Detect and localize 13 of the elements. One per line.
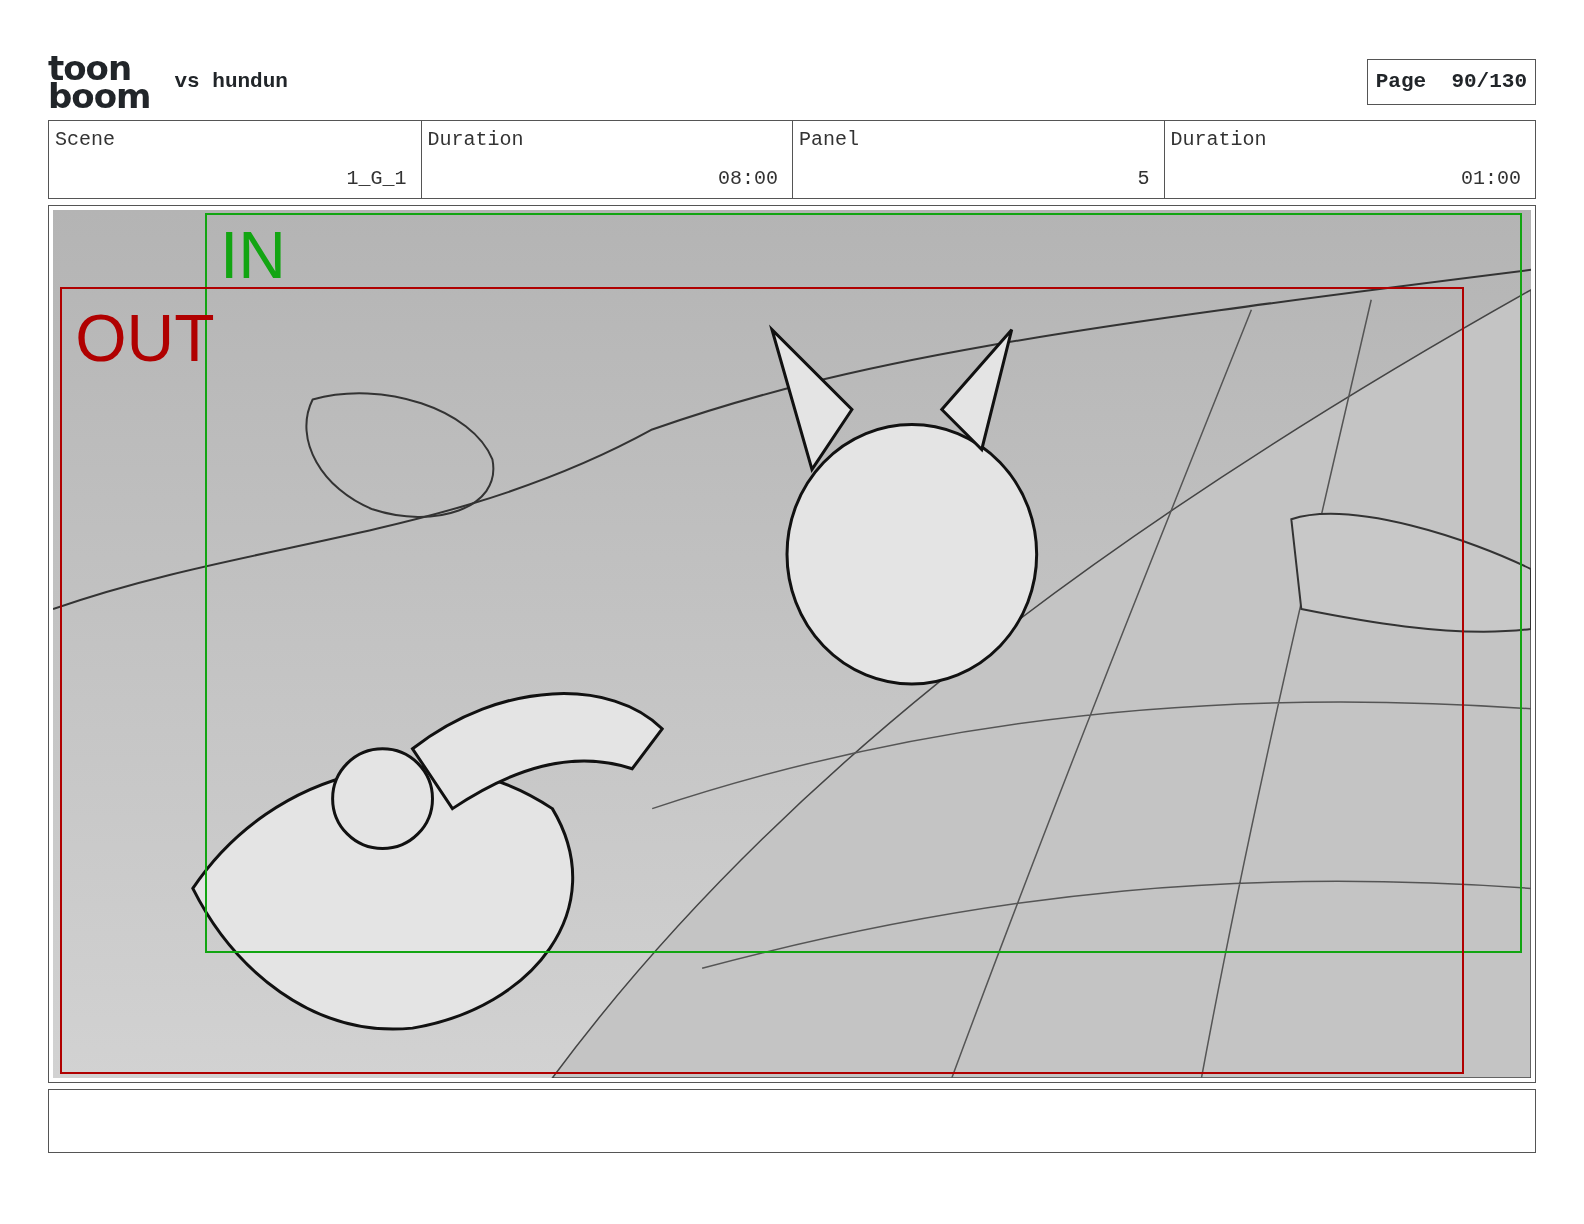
page-number: Page 90/130 bbox=[1366, 59, 1536, 105]
field-value: 5 bbox=[1136, 166, 1150, 192]
field-label: Panel bbox=[799, 127, 860, 153]
logo-text: toon bbox=[48, 54, 132, 82]
field-label: Duration bbox=[1170, 127, 1268, 153]
logo-text: boom bbox=[48, 82, 151, 110]
field-label: Scene bbox=[55, 127, 116, 153]
field-label: Duration bbox=[427, 127, 525, 153]
frame-label: IN bbox=[220, 222, 286, 289]
storyboard-title: vs hundun bbox=[174, 69, 288, 96]
field-value: 08:00 bbox=[717, 166, 778, 192]
field-value: 01:00 bbox=[1460, 166, 1521, 192]
field-value: 1_G_1 bbox=[345, 166, 407, 192]
